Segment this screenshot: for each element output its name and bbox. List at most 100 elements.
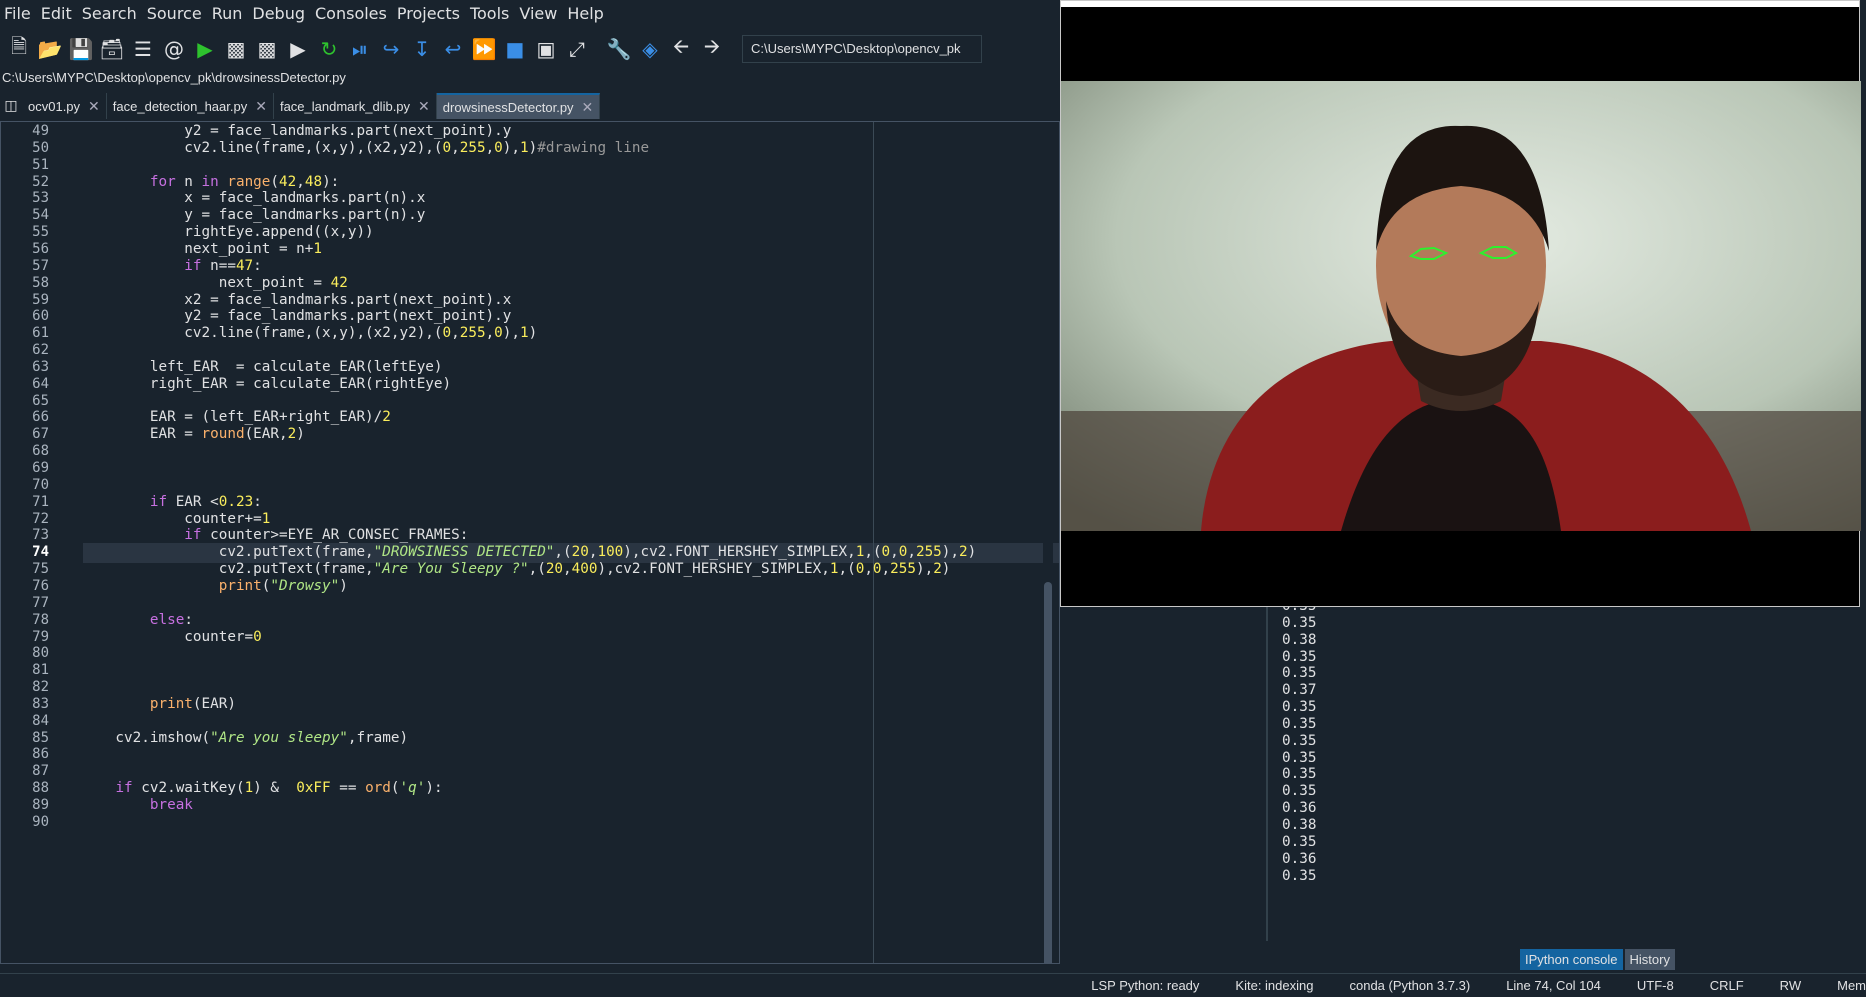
- code-line[interactable]: for n in range(42,48):: [81, 174, 1041, 191]
- code-line[interactable]: break: [81, 797, 1041, 814]
- code-line[interactable]: cv2.imshow("Are you sleepy",frame): [81, 730, 1041, 747]
- continue-icon[interactable]: ⏩: [469, 34, 499, 64]
- code-line[interactable]: if counter>=EYE_AR_CONSEC_FRAMES:: [81, 527, 1041, 544]
- tab-ocv01[interactable]: ocv01.py ✕: [22, 93, 107, 119]
- code-line[interactable]: [81, 393, 1041, 410]
- menu-consoles[interactable]: Consoles: [315, 4, 387, 23]
- preferences-wrench-icon[interactable]: 🔧: [604, 34, 634, 64]
- run-cell-icon[interactable]: ▩: [221, 34, 251, 64]
- line-number: 73: [32, 527, 49, 544]
- close-tab-icon[interactable]: ✕: [88, 98, 100, 115]
- step-return-icon[interactable]: ↩: [438, 34, 468, 64]
- menu-file[interactable]: File: [4, 4, 31, 23]
- menu-help[interactable]: Help: [567, 4, 603, 23]
- code-line[interactable]: rightEye.append((x,y)): [81, 224, 1041, 241]
- code-area[interactable]: y2 = face_landmarks.part(next_point).y c…: [81, 122, 1041, 963]
- code-line[interactable]: left_EAR = calculate_EAR(leftEye): [81, 359, 1041, 376]
- menu-search[interactable]: Search: [82, 4, 137, 23]
- code-line[interactable]: [81, 814, 1041, 831]
- code-line[interactable]: EAR = round(EAR,2): [81, 426, 1041, 443]
- code-line[interactable]: [81, 157, 1041, 174]
- run-selection-icon[interactable]: ▶: [283, 34, 313, 64]
- code-line[interactable]: y2 = face_landmarks.part(next_point).y: [81, 123, 1041, 140]
- code-line[interactable]: cv2.putText(frame,"DROWSINESS DETECTED",…: [81, 544, 1041, 561]
- code-line[interactable]: if cv2.waitKey(1) & 0xFF == ord('q'):: [81, 780, 1041, 797]
- editor-scrollbar[interactable]: [1043, 122, 1053, 963]
- scrollbar-thumb[interactable]: [1044, 582, 1052, 963]
- menu-edit[interactable]: Edit: [41, 4, 72, 23]
- tab-ipython-console[interactable]: IPython console: [1520, 948, 1623, 970]
- tab-history[interactable]: History: [1624, 948, 1675, 970]
- browse-tabs-icon[interactable]: ◫: [0, 93, 22, 119]
- stop-debug-icon[interactable]: ■: [500, 34, 530, 64]
- code-line[interactable]: [81, 763, 1041, 780]
- working-directory-field[interactable]: C:\Users\MYPC\Desktop\opencv_pk: [742, 35, 982, 63]
- conda-env-status[interactable]: conda (Python 3.7.3): [1349, 978, 1470, 993]
- run-cell-advance-icon[interactable]: ▩: [252, 34, 282, 64]
- step-into-icon[interactable]: ↧: [407, 34, 437, 64]
- python-path-icon[interactable]: ◈: [635, 34, 665, 64]
- code-line[interactable]: [81, 460, 1041, 477]
- code-line[interactable]: y = face_landmarks.part(n).y: [81, 207, 1041, 224]
- menu-source[interactable]: Source: [147, 4, 202, 23]
- menu-tools[interactable]: Tools: [470, 4, 509, 23]
- open-file-icon[interactable]: 📂: [35, 34, 65, 64]
- code-line[interactable]: [81, 713, 1041, 730]
- code-line[interactable]: counter=0: [81, 629, 1041, 646]
- save-all-icon[interactable]: 🗃: [97, 34, 127, 64]
- code-line[interactable]: y2 = face_landmarks.part(next_point).y: [81, 308, 1041, 325]
- close-tab-icon[interactable]: ✕: [418, 98, 430, 115]
- line-number: 86: [32, 746, 49, 763]
- code-line[interactable]: cv2.line(frame,(x,y),(x2,y2),(0,255,0),1…: [81, 140, 1041, 157]
- list-icon[interactable]: ☰: [128, 34, 158, 64]
- ipython-console-output[interactable]: 0.350.350.380.350.350.370.350.350.350.35…: [1272, 598, 1866, 941]
- code-line[interactable]: counter+=1: [81, 511, 1041, 528]
- code-line[interactable]: [81, 662, 1041, 679]
- fullscreen-icon[interactable]: ⤢: [562, 34, 592, 64]
- code-line[interactable]: [81, 443, 1041, 460]
- rerun-icon[interactable]: ↻: [314, 34, 344, 64]
- code-line[interactable]: if EAR <0.23:: [81, 494, 1041, 511]
- webcam-image: [1061, 81, 1861, 531]
- code-line[interactable]: next_point = 42: [81, 275, 1041, 292]
- code-line[interactable]: [81, 477, 1041, 494]
- close-tab-icon[interactable]: ✕: [255, 98, 267, 115]
- code-line[interactable]: [81, 595, 1041, 612]
- close-tab-icon[interactable]: ✕: [582, 99, 594, 116]
- code-line[interactable]: [81, 746, 1041, 763]
- code-line[interactable]: next_point = n+1: [81, 241, 1041, 258]
- run-icon[interactable]: ▶: [190, 34, 220, 64]
- opencv-camera-window[interactable]: [1060, 0, 1861, 607]
- code-line[interactable]: x2 = face_landmarks.part(next_point).x: [81, 292, 1041, 309]
- forward-arrow-icon[interactable]: 🡪: [697, 34, 727, 64]
- code-line[interactable]: x = face_landmarks.part(n).x: [81, 190, 1041, 207]
- code-line[interactable]: print("Drowsy"): [81, 578, 1041, 595]
- code-line[interactable]: else:: [81, 612, 1041, 629]
- code-line[interactable]: cv2.putText(frame,"Are You Sleepy ?",(20…: [81, 561, 1041, 578]
- code-line[interactable]: [81, 645, 1041, 662]
- debug-icon[interactable]: ⏯: [345, 34, 375, 64]
- menu-projects[interactable]: Projects: [397, 4, 460, 23]
- at-icon[interactable]: @: [159, 34, 189, 64]
- code-line[interactable]: right_EAR = calculate_EAR(rightEye): [81, 376, 1041, 393]
- tab-drowsiness-detector[interactable]: drowsinessDetector.py ✕: [436, 93, 601, 119]
- code-editor[interactable]: 49 50 51 52 53 54 55 56 57 58 59 60 61 62 63 64 65 66 67 68…: [0, 121, 1060, 964]
- tab-face-landmark-dlib[interactable]: face_landmark_dlib.py ✕: [273, 93, 437, 119]
- maximize-pane-icon[interactable]: ▣: [531, 34, 561, 64]
- tab-label: drowsinessDetector.py: [442, 99, 574, 115]
- code-line[interactable]: print(EAR): [81, 696, 1041, 713]
- menu-run[interactable]: Run: [212, 4, 243, 23]
- new-file-icon[interactable]: 🗎: [4, 34, 34, 64]
- tab-face-detection-haar[interactable]: face_detection_haar.py ✕: [106, 93, 274, 119]
- code-line[interactable]: if n==47:: [81, 258, 1041, 275]
- code-line[interactable]: [81, 342, 1041, 359]
- menu-debug[interactable]: Debug: [252, 4, 305, 23]
- menu-view[interactable]: View: [519, 4, 557, 23]
- save-icon[interactable]: 💾: [66, 34, 96, 64]
- code-line[interactable]: EAR = (left_EAR+right_EAR)/2: [81, 409, 1041, 426]
- back-arrow-icon[interactable]: 🡨: [666, 34, 696, 64]
- window-title-bar[interactable]: [1061, 1, 1859, 7]
- step-icon[interactable]: ↪: [376, 34, 406, 64]
- code-line[interactable]: [81, 679, 1041, 696]
- code-line[interactable]: cv2.line(frame,(x,y),(x2,y2),(0,255,0),1…: [81, 325, 1041, 342]
